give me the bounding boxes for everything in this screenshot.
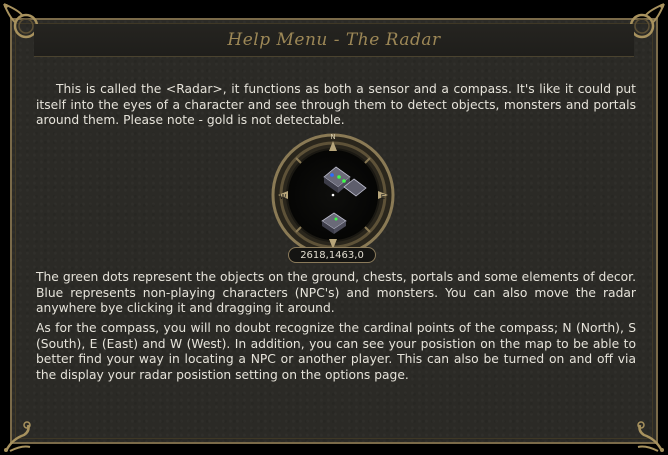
help-paragraph-compass: As for the compass, you will no doubt re… [36,321,636,383]
object-dot [337,175,341,179]
compass-w-label: W [280,193,287,201]
corner-ornament-icon [637,421,664,452]
object-dot [342,179,346,183]
compass-n-label: N [330,133,335,141]
help-paragraph-intro: This is called the <Radar>, it functions… [36,82,636,128]
title-bar: Help Menu - The Radar [34,24,634,57]
corner-ornament-icon [4,421,31,452]
help-content: This is called the <Radar>, it functions… [36,82,636,382]
npc-dot [330,173,334,177]
help-paragraph-dots: The green dots represent the objects on … [36,270,636,316]
player-dot [331,193,335,197]
help-window: Help Menu - The Radar This is called the… [0,0,668,455]
object-dot [334,217,338,221]
compass-e-label: E [381,193,385,201]
radar-coordinates: 2618,1463,0 [288,247,376,263]
window-title: Help Menu - The Radar [227,30,441,50]
